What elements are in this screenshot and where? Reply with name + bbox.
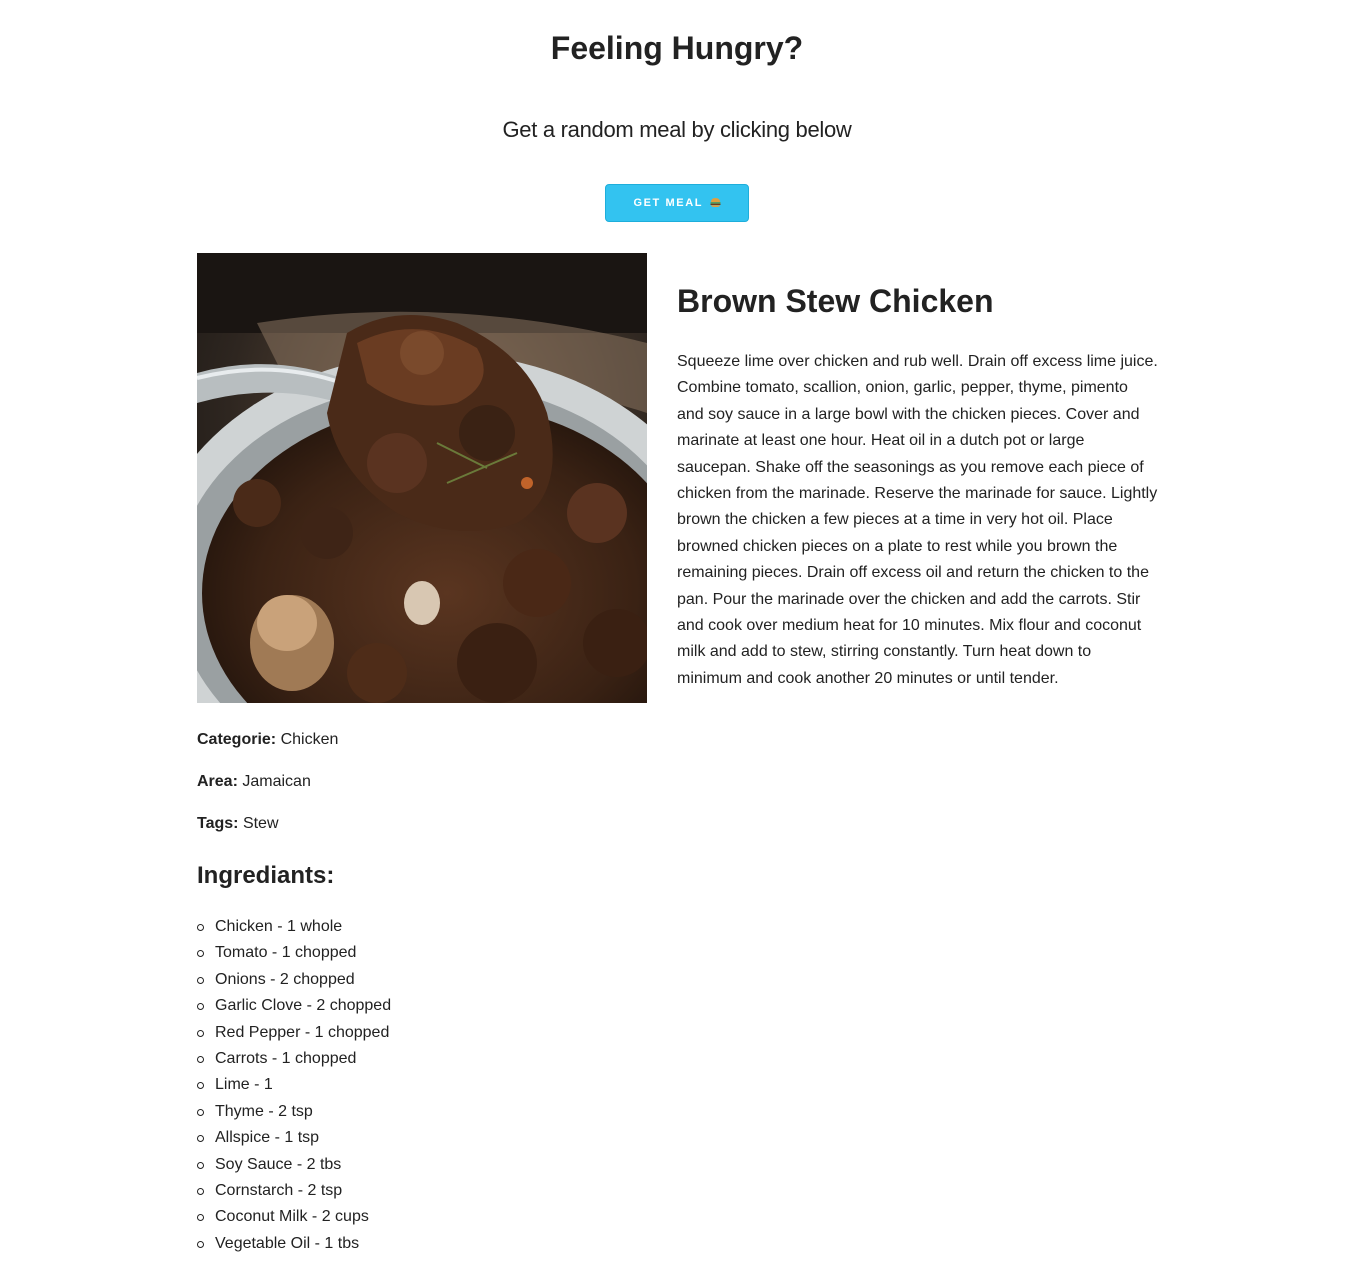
meal-instructions: Squeeze lime over chicken and rub well. …	[677, 353, 1158, 687]
meal-meta: Categorie: Chicken Area: Jamaican Tags: …	[197, 730, 647, 834]
area-row: Area: Jamaican	[197, 772, 647, 792]
ingredient-item: Lime - 1	[197, 1072, 647, 1098]
ingredient-item: Thyme - 2 tsp	[197, 1099, 647, 1125]
page-title: Feeling Hungry?	[550, 30, 804, 66]
hero-section: Feeling Hungry? Get a random meal by cli…	[0, 0, 1354, 222]
ingredient-item: Soy Sauce - 2 tbs	[197, 1152, 647, 1178]
ingredient-item: Onions - 2 chopped	[197, 967, 647, 993]
ingredient-item: Tomato - 1 chopped	[197, 940, 647, 966]
ingredient-item: Cornstarch - 2 tsp	[197, 1178, 647, 1204]
ingredient-item: Red Pepper - 1 chopped	[197, 1020, 647, 1046]
ingredient-item: Vegetable Oil - 1 tbs	[197, 1231, 647, 1257]
ingredient-item: Coconut Milk - 2 cups	[197, 1204, 647, 1230]
category-value: Chicken	[280, 731, 339, 748]
burger-icon	[710, 198, 721, 207]
ingredient-item: Garlic Clove - 2 chopped	[197, 993, 647, 1019]
meal-right-column: Brown Stew Chicken Squeeze lime over chi…	[677, 253, 1159, 692]
ingredient-item: Chicken - 1 whole	[197, 914, 647, 940]
get-meal-label: GET MEAL	[633, 197, 703, 209]
area-value: Jamaican	[242, 773, 311, 790]
ingredient-item: Carrots - 1 chopped	[197, 1046, 647, 1072]
meal-photo	[197, 253, 647, 703]
category-row: Categorie: Chicken	[197, 730, 647, 750]
meal-name: Brown Stew Chicken	[677, 283, 994, 319]
category-label: Categorie:	[197, 731, 277, 748]
tags-row: Tags: Stew	[197, 814, 647, 834]
ingredients-list: Chicken - 1 whole Tomato - 1 chopped Oni…	[197, 914, 647, 1257]
area-label: Area:	[197, 773, 238, 790]
tags-value: Stew	[242, 815, 279, 832]
ingredient-item: Allspice - 1 tsp	[197, 1125, 647, 1151]
tags-label: Tags:	[197, 815, 239, 832]
get-meal-button[interactable]: GET MEAL	[605, 184, 749, 222]
meal-left-column: Categorie: Chicken Area: Jamaican Tags: …	[197, 253, 647, 1257]
button-wrap: GET MEAL	[0, 142, 1354, 222]
page-subtitle: Get a random meal by clicking below	[502, 117, 852, 142]
ingredients-title: Ingrediants:	[197, 862, 335, 889]
